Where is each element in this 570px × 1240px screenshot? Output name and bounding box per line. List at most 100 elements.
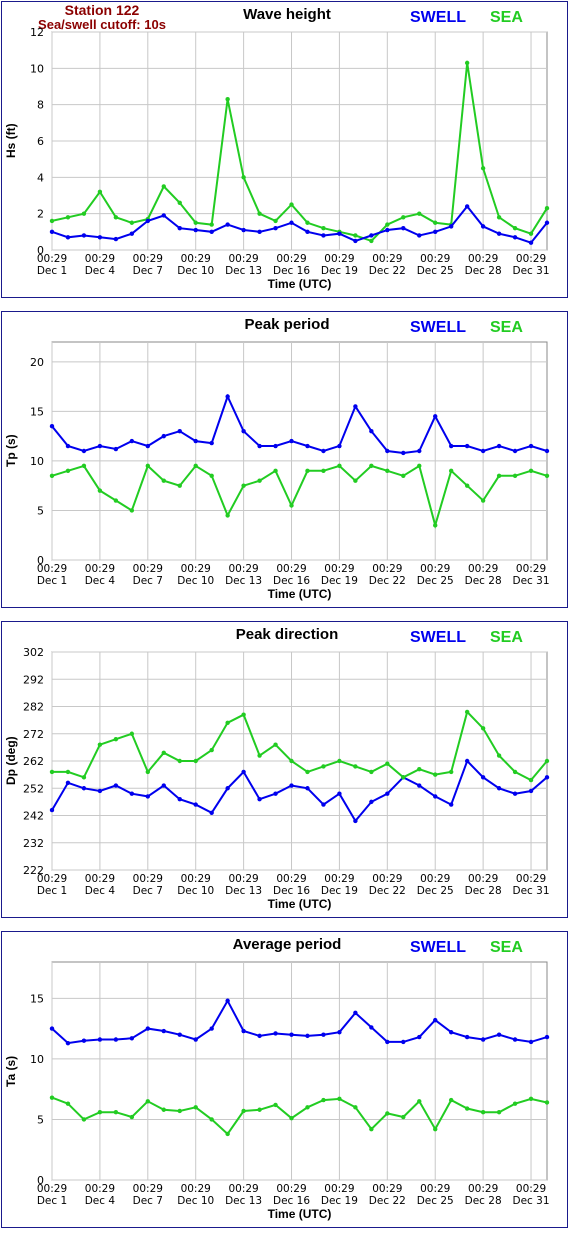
data-point-sea xyxy=(464,1106,470,1111)
y-tick-label: 6 xyxy=(37,135,44,148)
x-tick-date: Dec 25 xyxy=(417,1195,454,1207)
data-point-swell xyxy=(81,786,87,791)
data-point-swell xyxy=(225,786,230,791)
data-point-swell xyxy=(496,231,502,236)
x-tick-date: Dec 4 xyxy=(85,575,116,587)
data-point-swell xyxy=(241,227,246,233)
data-point-swell xyxy=(177,796,182,802)
data-point-swell xyxy=(496,1032,502,1037)
data-point-swell xyxy=(353,404,358,409)
x-tick-date: Dec 7 xyxy=(133,575,163,587)
data-point-sea xyxy=(289,202,294,207)
data-point-swell xyxy=(177,428,182,434)
data-point-sea xyxy=(512,226,518,231)
data-point-swell xyxy=(97,1037,103,1042)
data-point-sea xyxy=(65,1101,71,1106)
data-point-swell xyxy=(241,769,246,775)
data-point-sea xyxy=(401,473,406,478)
data-point-sea xyxy=(448,769,454,775)
x-tick-date: Dec 25 xyxy=(417,575,454,587)
data-point-swell xyxy=(512,235,518,240)
data-point-swell xyxy=(49,229,55,235)
data-point-swell xyxy=(161,433,166,439)
data-point-sea xyxy=(305,468,310,474)
data-point-sea xyxy=(417,766,422,772)
data-point-swell xyxy=(417,783,422,788)
data-point-sea xyxy=(49,218,55,224)
x-tick-time: 00:29 xyxy=(276,873,306,885)
data-point-swell xyxy=(209,810,214,815)
data-point-sea xyxy=(257,478,262,483)
data-point-sea xyxy=(289,503,294,508)
data-point-sea xyxy=(225,513,230,518)
x-tick-time: 00:29 xyxy=(276,1183,306,1195)
data-point-sea xyxy=(177,483,182,488)
data-point-sea xyxy=(353,478,358,483)
data-point-sea xyxy=(401,775,406,780)
x-tick-date: Dec 1 xyxy=(37,885,67,897)
data-point-swell xyxy=(273,1031,278,1036)
x-tick-time: 00:29 xyxy=(181,253,211,265)
data-point-swell xyxy=(49,424,55,429)
data-point-swell xyxy=(129,791,135,796)
x-tick-time: 00:29 xyxy=(516,1183,546,1195)
data-point-swell xyxy=(193,1037,198,1042)
plot-area xyxy=(51,341,548,561)
data-point-swell xyxy=(273,443,278,449)
data-point-swell xyxy=(49,807,55,813)
data-point-sea xyxy=(496,1109,502,1115)
x-tick-time: 00:29 xyxy=(228,1183,258,1195)
x-tick-time: 00:29 xyxy=(372,873,402,885)
y-tick-label: 5 xyxy=(37,504,44,517)
data-point-sea xyxy=(177,1108,182,1114)
x-tick-time: 00:29 xyxy=(372,563,402,575)
x-tick-time: 00:29 xyxy=(85,563,115,575)
x-tick-time: 00:29 xyxy=(133,253,163,265)
data-point-swell xyxy=(129,438,135,444)
x-tick-time: 00:29 xyxy=(181,1183,211,1195)
data-point-sea xyxy=(337,1096,342,1102)
data-point-sea xyxy=(97,742,103,747)
data-point-swell xyxy=(225,394,230,399)
data-point-swell xyxy=(193,802,198,807)
data-point-swell xyxy=(401,1039,406,1045)
data-point-swell xyxy=(305,229,310,235)
data-point-swell xyxy=(433,414,438,419)
data-point-swell xyxy=(129,1036,135,1041)
data-point-sea xyxy=(433,1126,438,1132)
data-point-swell xyxy=(305,443,310,449)
x-tick-date: Dec 10 xyxy=(177,1195,214,1207)
x-tick-time: 00:29 xyxy=(372,1183,402,1195)
data-point-sea xyxy=(433,523,438,528)
data-point-swell xyxy=(97,788,103,794)
x-tick-time: 00:29 xyxy=(516,873,546,885)
x-tick-date: Dec 4 xyxy=(85,265,116,277)
x-tick-date: Dec 13 xyxy=(225,1195,262,1207)
data-point-swell xyxy=(225,222,230,227)
data-point-swell xyxy=(321,448,326,454)
data-point-swell xyxy=(337,443,342,449)
data-point-swell xyxy=(81,1038,87,1043)
x-tick-date: Dec 7 xyxy=(133,1195,163,1207)
data-point-sea xyxy=(544,758,550,764)
x-tick-date: Dec 19 xyxy=(321,575,358,587)
data-point-sea xyxy=(97,189,103,195)
x-tick-date: Dec 1 xyxy=(37,575,67,587)
data-point-swell xyxy=(385,448,390,454)
data-point-swell xyxy=(209,1026,214,1031)
x-tick-time: 00:29 xyxy=(420,253,450,265)
x-tick-date: Dec 25 xyxy=(417,265,454,277)
data-point-swell xyxy=(321,233,326,238)
x-tick-date: Dec 13 xyxy=(225,575,262,587)
data-point-swell xyxy=(544,448,550,454)
data-point-swell xyxy=(544,220,550,225)
data-point-sea xyxy=(305,769,310,775)
data-point-swell xyxy=(401,226,406,231)
data-point-swell xyxy=(145,794,151,799)
data-point-swell xyxy=(464,204,470,209)
data-point-sea xyxy=(433,220,438,225)
x-tick-date: Dec 10 xyxy=(177,575,214,587)
data-point-sea xyxy=(528,777,534,783)
data-point-swell xyxy=(528,240,534,245)
data-point-sea xyxy=(273,742,278,747)
